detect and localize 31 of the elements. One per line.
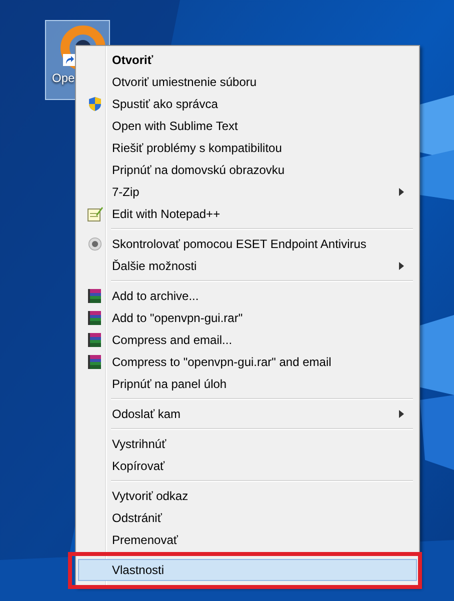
menu-item[interactable]: Riešiť problémy s kompatibilitou — [78, 137, 417, 159]
menu-item[interactable]: Vytvoriť odkaz — [78, 485, 417, 507]
menu-item[interactable]: 7-Zip — [78, 181, 417, 203]
menu-item[interactable]: Odstrániť — [78, 507, 417, 529]
submenu-arrow-icon — [399, 410, 404, 418]
menu-item[interactable]: Edit with Notepad++ — [78, 203, 417, 225]
submenu-arrow-icon — [399, 262, 404, 270]
shortcut-arrow-icon — [63, 54, 75, 66]
menu-item[interactable]: Premenovať — [78, 529, 417, 551]
menu-item[interactable]: Odoslať kam — [78, 403, 417, 425]
menu-item[interactable]: Skontrolovať pomocou ESET Endpoint Antivirus — [78, 233, 417, 255]
books-icon — [86, 310, 102, 326]
icon-label: Ope — [52, 71, 75, 85]
books-icon — [86, 354, 102, 370]
submenu-arrow-icon — [399, 188, 404, 196]
target-icon — [88, 237, 102, 251]
menu-item[interactable]: Vlastnosti — [78, 559, 417, 581]
notepad-icon — [86, 206, 102, 222]
books-icon — [86, 332, 102, 348]
shield-icon — [86, 96, 102, 112]
menu-item[interactable]: Add to archive... — [78, 285, 417, 307]
menu-item[interactable]: Compress to "openvpn-gui.rar" and email — [78, 351, 417, 373]
menu-item[interactable]: Pripnúť na domovskú obrazovku — [78, 159, 417, 181]
menu-item[interactable]: Vystrihnúť — [78, 433, 417, 455]
menu-item[interactable]: Pripnúť na panel úloh — [78, 373, 417, 395]
menu-item[interactable]: Kopírovať — [78, 455, 417, 477]
menu-item[interactable]: Add to "openvpn-gui.rar" — [78, 307, 417, 329]
menu-item[interactable]: Open with Sublime Text — [78, 115, 417, 137]
menu-item[interactable]: Ďalšie možnosti — [78, 255, 417, 277]
menu-item[interactable]: Compress and email... — [78, 329, 417, 351]
books-icon — [86, 288, 102, 304]
